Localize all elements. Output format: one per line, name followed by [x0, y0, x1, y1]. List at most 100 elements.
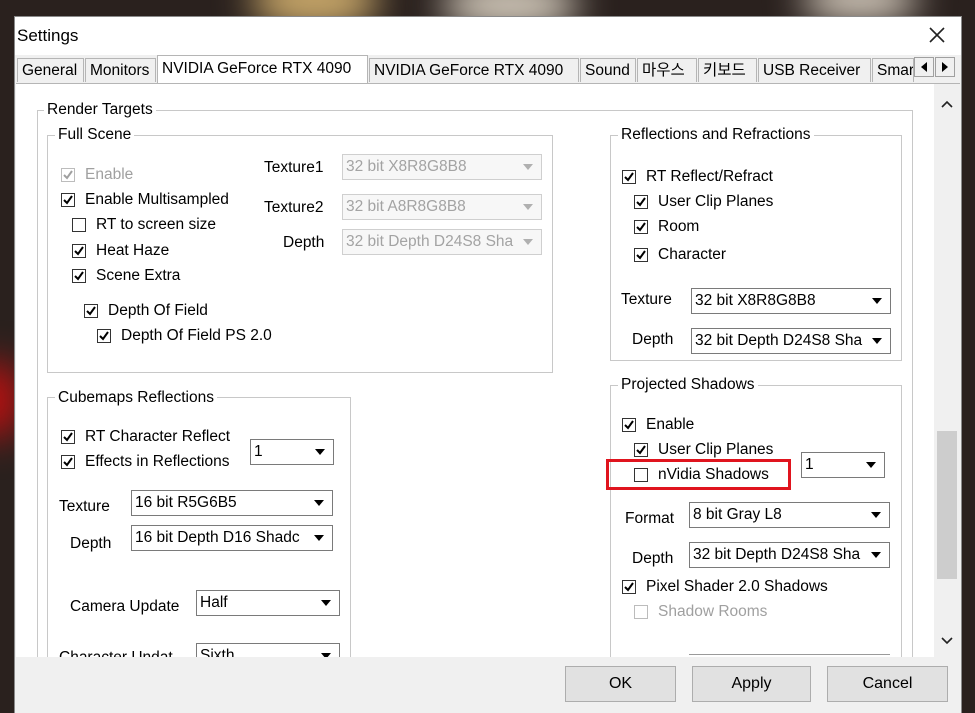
shadows-count-select[interactable]: 1 [801, 452, 885, 478]
heat-haze-checkbox[interactable] [72, 244, 86, 258]
tab-strip: General Monitors NVIDIA GeForce RTX 4090… [15, 55, 961, 83]
fullscene-depth-value: 32 bit Depth D24S8 Sha [346, 233, 514, 250]
reflections-user-clip-planes-label: User Clip Planes [658, 193, 774, 210]
camera-update-value: Half [200, 594, 228, 611]
rt-to-screen-size-checkbox[interactable] [72, 218, 86, 232]
shadows-depth-select[interactable]: 32 bit Depth D24S8 Sha [689, 542, 890, 568]
camera-update-select[interactable]: Half [196, 590, 340, 616]
shadows-user-clip-planes-checkbox[interactable] [634, 443, 648, 457]
cubemaps-texture-label: Texture [59, 498, 110, 515]
chevron-down-icon [314, 592, 338, 614]
chevron-down-icon [865, 330, 889, 352]
reflections-texture-value: 32 bit X8R8G8B8 [695, 292, 816, 309]
texture2-select[interactable]: 32 bit A8R8G8B8 [342, 194, 542, 220]
settings-window: Settings General Monitors NVIDIA GeForce… [14, 16, 962, 713]
tab-keyboard[interactable]: 키보드 [698, 58, 757, 82]
tab-gpu-1[interactable]: NVIDIA GeForce RTX 4090 [157, 55, 368, 83]
reflections-user-clip-planes-checkbox[interactable] [634, 195, 648, 209]
cubemaps-depth-label: Depth [70, 535, 112, 552]
tab-scroll-right-icon[interactable] [935, 57, 955, 77]
chevron-down-icon [864, 504, 888, 526]
reflections-texture-select[interactable]: 32 bit X8R8G8B8 [691, 288, 891, 314]
window-title: Settings [17, 26, 79, 45]
tab-content: Render Targets Full Scene Enable Enable … [16, 83, 960, 658]
reflections-depth-value: 32 bit Depth D24S8 Sha [695, 332, 863, 349]
scroll-down-icon[interactable] [934, 628, 960, 654]
enable-multisampled-label: Enable Multisampled [85, 191, 229, 208]
shadows-enable-label: Enable [646, 416, 695, 433]
annotation-highlight-box [606, 459, 791, 490]
scrollbar-thumb[interactable] [937, 431, 957, 579]
dialog-button-bar: OK Apply Cancel [15, 657, 961, 713]
render-targets-title: Render Targets [44, 101, 156, 119]
scroll-up-icon[interactable] [934, 91, 960, 117]
shadow-rooms-checkbox[interactable] [634, 605, 648, 619]
cubemaps-texture-value: 16 bit R5G6B5 [135, 494, 237, 511]
reflections-title: Reflections and Refractions [618, 126, 814, 144]
camera-update-label: Camera Update [70, 598, 180, 615]
depth-of-field-label: Depth Of Field [108, 302, 208, 319]
cancel-button[interactable]: Cancel [827, 666, 948, 702]
scene-extra-label: Scene Extra [96, 267, 181, 284]
texture1-label: Texture1 [264, 159, 324, 176]
chevron-down-icon [307, 492, 331, 514]
rt-reflect-refract-checkbox[interactable] [622, 170, 636, 184]
texture2-value: 32 bit A8R8G8B8 [346, 198, 466, 215]
tab-general[interactable]: General [17, 58, 84, 82]
chevron-down-icon [865, 290, 889, 312]
pixel-shader-shadows-checkbox[interactable] [622, 580, 636, 594]
cubemaps-count-select[interactable]: 1 [250, 439, 334, 465]
effects-in-reflections-label: Effects in Reflections [85, 453, 230, 470]
reflections-depth-select[interactable]: 32 bit Depth D24S8 Sha [691, 328, 891, 354]
shadows-enable-checkbox[interactable] [622, 418, 636, 432]
cubemaps-depth-select[interactable]: 16 bit Depth D16 Shadc [131, 525, 333, 551]
chevron-down-icon [859, 454, 883, 476]
texture1-select[interactable]: 32 bit X8R8G8B8 [342, 154, 542, 180]
title-bar: Settings [15, 17, 961, 57]
vertical-scrollbar[interactable] [934, 84, 960, 658]
apply-button[interactable]: Apply [692, 666, 811, 702]
character-update-value: Sixth [200, 647, 235, 658]
format-select[interactable]: 8 bit Gray L8 [689, 502, 890, 528]
room-checkbox[interactable] [634, 220, 648, 234]
rt-character-reflect-checkbox[interactable] [61, 430, 75, 444]
character-checkbox[interactable] [634, 248, 648, 262]
enable-checkbox[interactable] [61, 168, 75, 182]
ok-button[interactable]: OK [565, 666, 676, 702]
texture2-label: Texture2 [264, 199, 324, 216]
chevron-down-icon [516, 156, 540, 178]
fullscene-depth-select[interactable]: 32 bit Depth D24S8 Sha [342, 229, 542, 255]
rt-reflect-refract-label: RT Reflect/Refract [646, 168, 773, 185]
depth-of-field-ps2-checkbox[interactable] [97, 329, 111, 343]
shadows-user-clip-planes-label: User Clip Planes [658, 441, 774, 458]
rt-character-reflect-label: RT Character Reflect [85, 428, 231, 445]
enable-multisampled-checkbox[interactable] [61, 193, 75, 207]
tab-smart[interactable]: Smar [872, 58, 914, 82]
reflections-texture-label: Texture [621, 291, 672, 308]
tab-gpu-2[interactable]: NVIDIA GeForce RTX 4090 [369, 58, 579, 82]
tab-monitors[interactable]: Monitors [85, 58, 156, 82]
tab-mouse[interactable]: 마우스 [637, 58, 697, 82]
tab-scroll-left-icon[interactable] [914, 57, 934, 77]
chevron-down-icon [307, 527, 331, 549]
tab-sound[interactable]: Sound [580, 58, 636, 82]
chevron-down-icon [308, 441, 332, 463]
cubemaps-count-value: 1 [254, 443, 263, 460]
shadow-rooms-label: Shadow Rooms [658, 603, 768, 620]
shadows-depth-label: Depth [632, 550, 674, 567]
heat-haze-label: Heat Haze [96, 242, 170, 259]
chevron-down-icon [864, 544, 888, 566]
shadows-depth-value: 32 bit Depth D24S8 Sha [693, 546, 861, 563]
room-label: Room [658, 218, 700, 235]
cubemaps-texture-select[interactable]: 16 bit R5G6B5 [131, 490, 333, 516]
rt-to-screen-size-label: RT to screen size [96, 216, 217, 233]
depth-of-field-checkbox[interactable] [84, 304, 98, 318]
enable-label: Enable [85, 166, 134, 183]
character-update-select[interactable]: Sixth [196, 643, 340, 658]
scene-extra-checkbox[interactable] [72, 269, 86, 283]
cubemaps-depth-value: 16 bit Depth D16 Shadc [135, 529, 300, 546]
full-scene-title: Full Scene [55, 126, 135, 144]
tab-usb-receiver[interactable]: USB Receiver [758, 58, 871, 82]
effects-in-reflections-checkbox[interactable] [61, 455, 75, 469]
close-icon[interactable] [925, 23, 949, 47]
